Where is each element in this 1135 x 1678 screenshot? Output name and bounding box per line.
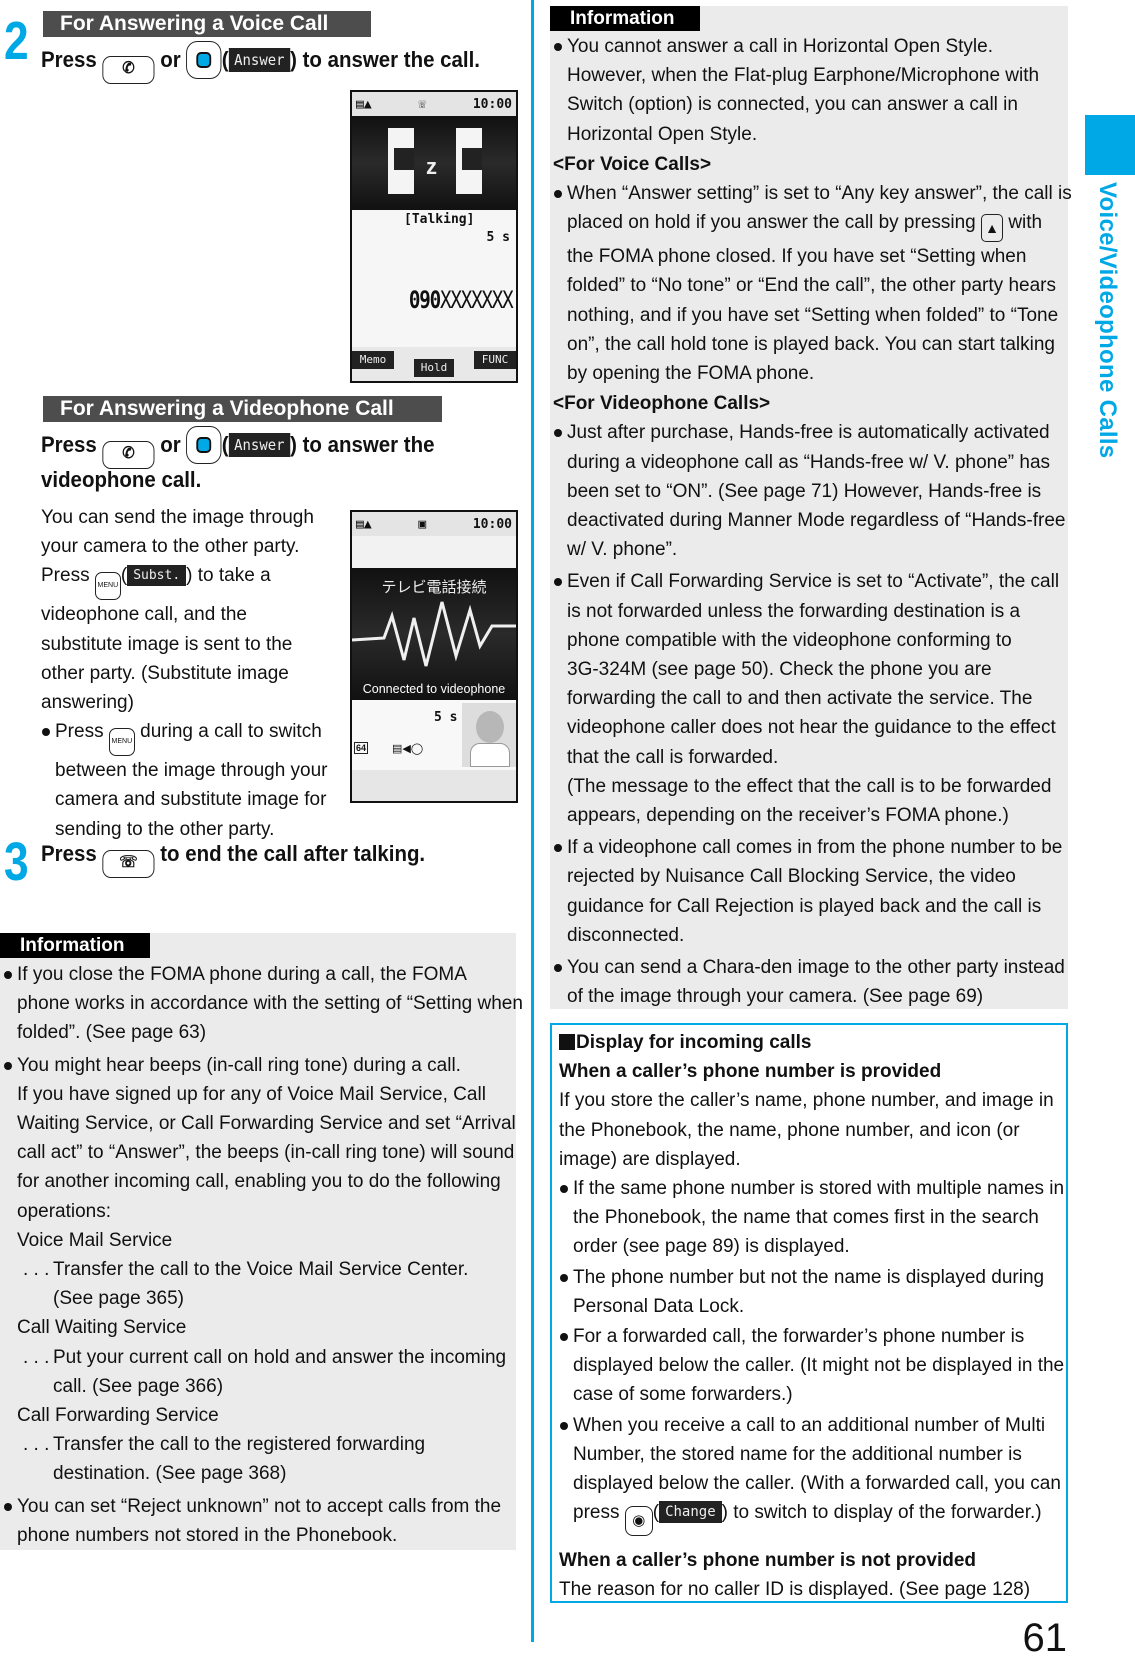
end-call-key-icon: ☏ xyxy=(102,850,155,878)
display-note: If the same phone number is stored with … xyxy=(559,1174,1064,1262)
service-name: Call Waiting Service xyxy=(17,1317,187,1339)
information-box-right: Information You cannot answer a call in … xyxy=(550,6,1072,1009)
change-softkey-label: Change xyxy=(659,1501,722,1524)
videophone-description: You can send the image through your came… xyxy=(41,507,328,840)
info-item: You cannot answer a call in Horizontal O… xyxy=(553,32,1072,149)
answer-softkey-label: Answer xyxy=(228,433,291,457)
center-key-icon xyxy=(186,426,222,464)
jp-title: テレビ電話接続 xyxy=(381,578,487,596)
camera-key-icon: ◉ xyxy=(624,1506,653,1537)
display-note: The phone number but not the name is dis… xyxy=(559,1263,1064,1321)
display-note: When you receive a call to an additional… xyxy=(559,1411,1064,1537)
caller-video-thumbnail xyxy=(462,703,516,767)
info-item: You can send a Chara-den image to the ot… xyxy=(553,953,1072,1011)
call-info-area: 5 s 64 ▤◀◯ xyxy=(352,700,516,770)
softkey-bar: Memo Hold FUNC xyxy=(352,347,516,381)
media-status-icons: ▤◀◯ xyxy=(392,743,424,755)
videophone-call-heading: For Answering a Videophone Call xyxy=(43,396,442,422)
info-item: If a videophone call comes in from the p… xyxy=(553,833,1072,950)
center-key-icon xyxy=(186,41,222,79)
talking-animation: z xyxy=(352,116,516,210)
sleep-z-icon: z xyxy=(426,154,437,179)
clock: 10:00 xyxy=(472,516,512,532)
voice-call-instruction: Press ✆ or (Answer) to answer the call. xyxy=(41,41,480,84)
videophone-call-instruction-line2: videophone call. xyxy=(41,467,202,492)
videophone-call-screen: ▤▲ ▣ 10:00 テレビ電話接続 Connected to videopho… xyxy=(350,510,518,803)
call-key-icon: ✆ xyxy=(102,56,155,84)
up-key-icon: ▲ xyxy=(981,214,1004,243)
info-item: You might hear beeps (in-call ring tone)… xyxy=(3,1051,523,1489)
call-state-label: [Talking] xyxy=(404,212,475,227)
videophone-calls-subheading: <For Videophone Calls> xyxy=(553,393,771,415)
memo-softkey[interactable]: Memo xyxy=(352,351,394,369)
info-item: When “Answer setting” is set to “Any key… xyxy=(553,179,1072,388)
signal-icon: ▤▲ xyxy=(356,96,372,112)
switch-image-note: Press MENU during a call to switch xyxy=(41,717,328,757)
side-tab-label: Voice/Videophone Calls xyxy=(1094,182,1121,459)
info-item: Just after purchase, Hands-free is autom… xyxy=(553,418,1072,564)
info-item: You can set “Reject unknown” not to acce… xyxy=(3,1492,523,1550)
menu-key-icon: MENU xyxy=(108,728,135,757)
clock: 10:00 xyxy=(472,96,512,112)
information-tag: Information xyxy=(0,933,150,958)
information-tag: Information xyxy=(550,6,700,31)
voice-call-screen: ▤▲ ☏ 10:00 z [Talking] 5 s 090XXXXXXX Me… xyxy=(350,90,518,383)
status-bar: ▤▲ ☏ 10:00 xyxy=(352,92,516,116)
end-call-instruction: Press ☏ to end the call after talking. xyxy=(41,836,425,878)
side-tab-marker xyxy=(1085,115,1135,175)
subst-softkey-label: Subst. xyxy=(127,565,187,587)
caller-id-not-provided-heading: When a caller’s phone number is not prov… xyxy=(559,1550,977,1572)
step-number-3: 3 xyxy=(4,832,29,892)
signal-icon: ▤▲ xyxy=(356,516,372,532)
call-info-area: [Talking] 5 s 090XXXXXXX xyxy=(352,210,516,347)
answer-softkey-label: Answer xyxy=(228,48,291,72)
information-box-left: Information If you close the FOMA phone … xyxy=(0,933,523,1550)
call-status-icon: ☏ xyxy=(418,96,427,112)
voice-calls-subheading: <For Voice Calls> xyxy=(553,153,712,175)
display-note: For a forwarded call, the forwarder’s ph… xyxy=(559,1322,1064,1410)
menu-key-icon: MENU xyxy=(94,572,121,601)
page-number: 61 xyxy=(1022,1616,1068,1660)
call-duration: 5 s xyxy=(434,710,458,725)
square-bullet-icon xyxy=(559,1034,575,1050)
service-name: Call Forwarding Service xyxy=(17,1405,219,1427)
func-softkey[interactable]: FUNC xyxy=(474,351,516,369)
videophone-status-icon: ▣ xyxy=(418,516,427,532)
connecting-animation: テレビ電話接続 Connected to videophone xyxy=(352,568,516,700)
service-name: Voice Mail Service xyxy=(17,1229,173,1251)
call-duration: 5 s xyxy=(486,230,510,245)
rate-icon: 64 xyxy=(354,742,369,754)
connected-status: Connected to videophone xyxy=(362,682,506,696)
waveform-graphic xyxy=(352,601,516,667)
column-divider xyxy=(531,0,534,1642)
step-number-2: 2 xyxy=(4,11,29,71)
hold-softkey[interactable]: Hold xyxy=(414,359,454,377)
info-item: If you close the FOMA phone during a cal… xyxy=(3,960,523,1048)
status-bar: ▤▲ ▣ 10:00 xyxy=(352,512,516,536)
info-item: Even if Call Forwarding Service is set t… xyxy=(553,567,1072,830)
caller-number: 090XXXXXXX xyxy=(409,286,514,314)
voice-call-heading: For Answering a Voice Call xyxy=(43,11,371,37)
display-incoming-calls-box: Display for incoming calls When a caller… xyxy=(550,1023,1068,1603)
display-box-title: Display for incoming calls xyxy=(559,1028,1064,1057)
caller-id-provided-heading: When a caller’s phone number is provided xyxy=(559,1061,942,1083)
